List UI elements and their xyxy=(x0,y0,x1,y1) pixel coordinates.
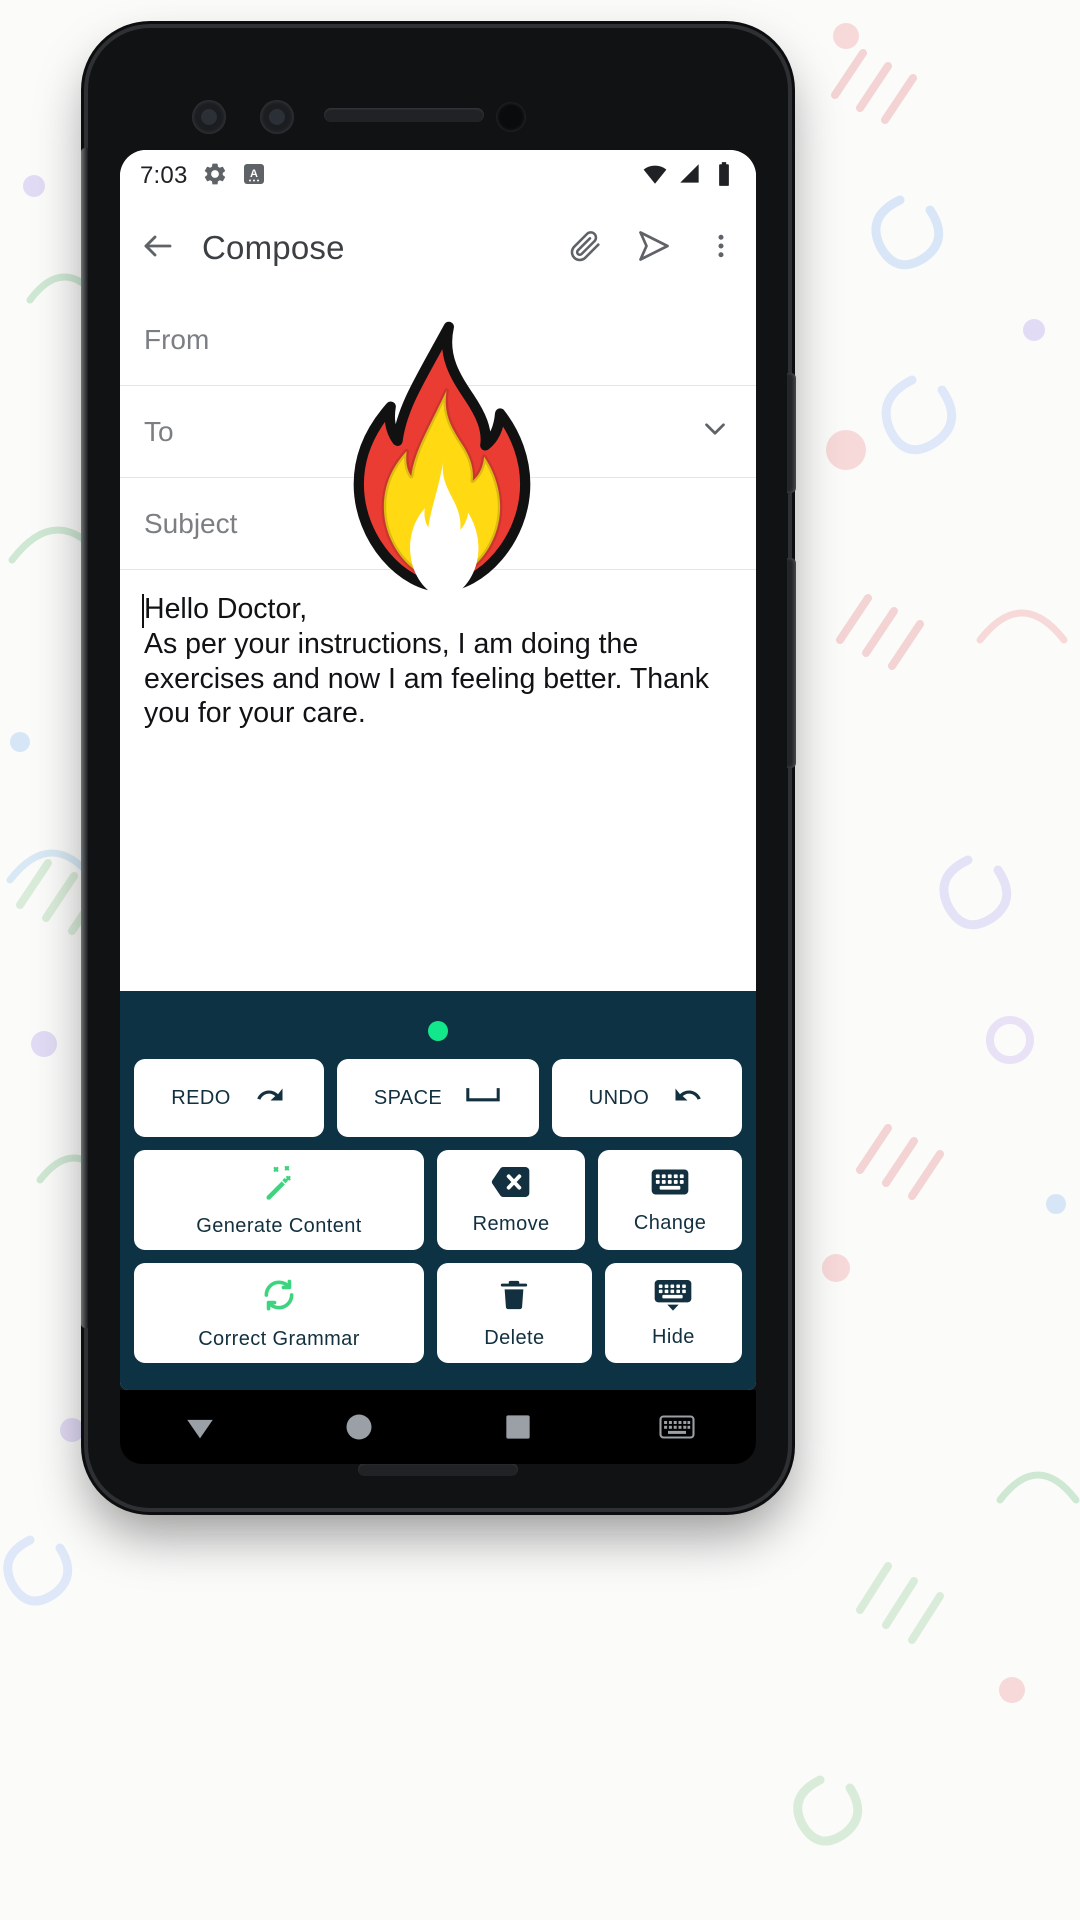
a-badge-icon: A xyxy=(242,162,266,191)
sensor-icon xyxy=(496,102,526,132)
phone-screen: 7:03 A Compose From To Subject Hello Doc… xyxy=(120,150,756,1390)
correct-grammar-label: Correct Grammar xyxy=(198,1327,360,1350)
change-button-label: Change xyxy=(633,1211,707,1234)
toolbar-row-1: REDO SPACE UNDO xyxy=(134,1059,742,1137)
accessibility-toolbar: REDO SPACE UNDO Generate Content Remove … xyxy=(120,991,756,1390)
keyboard-hide-icon xyxy=(653,1278,693,1317)
recording-indicator-dot xyxy=(428,1021,448,1041)
trash-icon xyxy=(497,1277,531,1318)
field-row-to[interactable]: To xyxy=(120,386,756,478)
bottom-speaker-grille xyxy=(358,1463,518,1476)
to-field-label: To xyxy=(144,415,174,447)
android-navigation-bar xyxy=(120,1390,756,1464)
message-body-text: Hello Doctor, As per your instructions, … xyxy=(144,593,710,730)
send-icon[interactable] xyxy=(636,228,672,269)
field-row-subject[interactable]: Subject xyxy=(120,478,756,570)
correct-grammar-button[interactable]: Correct Grammar xyxy=(134,1263,424,1363)
app-bar: Compose xyxy=(120,202,756,294)
redo-button-label: REDO xyxy=(171,1086,231,1109)
spacebar-icon xyxy=(464,1083,502,1114)
overflow-menu-icon[interactable] xyxy=(706,231,736,266)
redo-arrow-icon xyxy=(253,1081,287,1116)
magic-wand-icon xyxy=(260,1163,298,1206)
subject-field-label: Subject xyxy=(144,507,238,539)
change-keyboard-button[interactable]: Change xyxy=(598,1150,742,1250)
status-bar: 7:03 A xyxy=(120,150,756,202)
wifi-icon xyxy=(642,161,668,192)
earpiece-speaker xyxy=(324,108,484,122)
generate-content-button[interactable]: Generate Content xyxy=(134,1150,424,1250)
delete-button-label: Delete xyxy=(484,1326,545,1349)
toolbar-row-3: Correct Grammar Delete Hide xyxy=(134,1263,743,1363)
phone-device-frame: 7:03 A Compose From To Subject Hello Doc… xyxy=(81,28,796,1508)
nav-back-button[interactable] xyxy=(120,1410,279,1444)
back-arrow-icon[interactable] xyxy=(140,228,176,269)
status-clock: 7:03 xyxy=(140,162,188,189)
keyboard-icon xyxy=(650,1166,690,1203)
signal-icon xyxy=(677,161,703,192)
front-camera-icon xyxy=(192,100,226,134)
field-row-from[interactable]: From xyxy=(120,294,756,386)
backspace-icon xyxy=(491,1165,531,1204)
page-title: Compose xyxy=(202,229,345,266)
hide-button-label: Hide xyxy=(652,1325,695,1348)
generate-content-label: Generate Content xyxy=(196,1214,362,1237)
status-bar-right xyxy=(642,161,736,192)
chevron-down-icon[interactable] xyxy=(698,412,732,451)
hide-keyboard-button[interactable]: Hide xyxy=(604,1263,743,1363)
status-bar-left: 7:03 A xyxy=(140,161,266,192)
remove-button-label: Remove xyxy=(472,1212,550,1235)
space-button-label: SPACE xyxy=(373,1086,443,1109)
redo-button[interactable]: REDO xyxy=(134,1059,324,1137)
undo-arrow-icon xyxy=(671,1081,705,1116)
volume-button[interactable] xyxy=(787,373,796,493)
gear-icon xyxy=(202,161,228,192)
remove-button[interactable]: Remove xyxy=(437,1150,586,1250)
toolbar-row-2: Generate Content Remove Change xyxy=(134,1150,742,1250)
nav-keyboard-switch-button[interactable] xyxy=(597,1413,756,1441)
attach-icon[interactable] xyxy=(568,229,602,268)
phone-notch-hardware xyxy=(88,28,788,148)
undo-button-label: UNDO xyxy=(588,1086,650,1109)
message-body-input[interactable]: Hello Doctor, As per your instructions, … xyxy=(120,570,756,991)
front-camera-secondary-icon xyxy=(260,100,294,134)
battery-icon xyxy=(712,161,736,192)
app-bar-actions xyxy=(568,228,736,269)
refresh-sync-icon xyxy=(260,1276,298,1319)
svg-text:A: A xyxy=(250,168,258,180)
from-field-label: From xyxy=(144,323,210,355)
delete-button[interactable]: Delete xyxy=(437,1263,592,1363)
space-button[interactable]: SPACE xyxy=(337,1059,539,1137)
nav-recents-button[interactable] xyxy=(438,1413,597,1441)
power-button[interactable] xyxy=(787,558,796,768)
undo-button[interactable]: UNDO xyxy=(552,1059,742,1137)
nav-home-button[interactable] xyxy=(279,1412,438,1442)
